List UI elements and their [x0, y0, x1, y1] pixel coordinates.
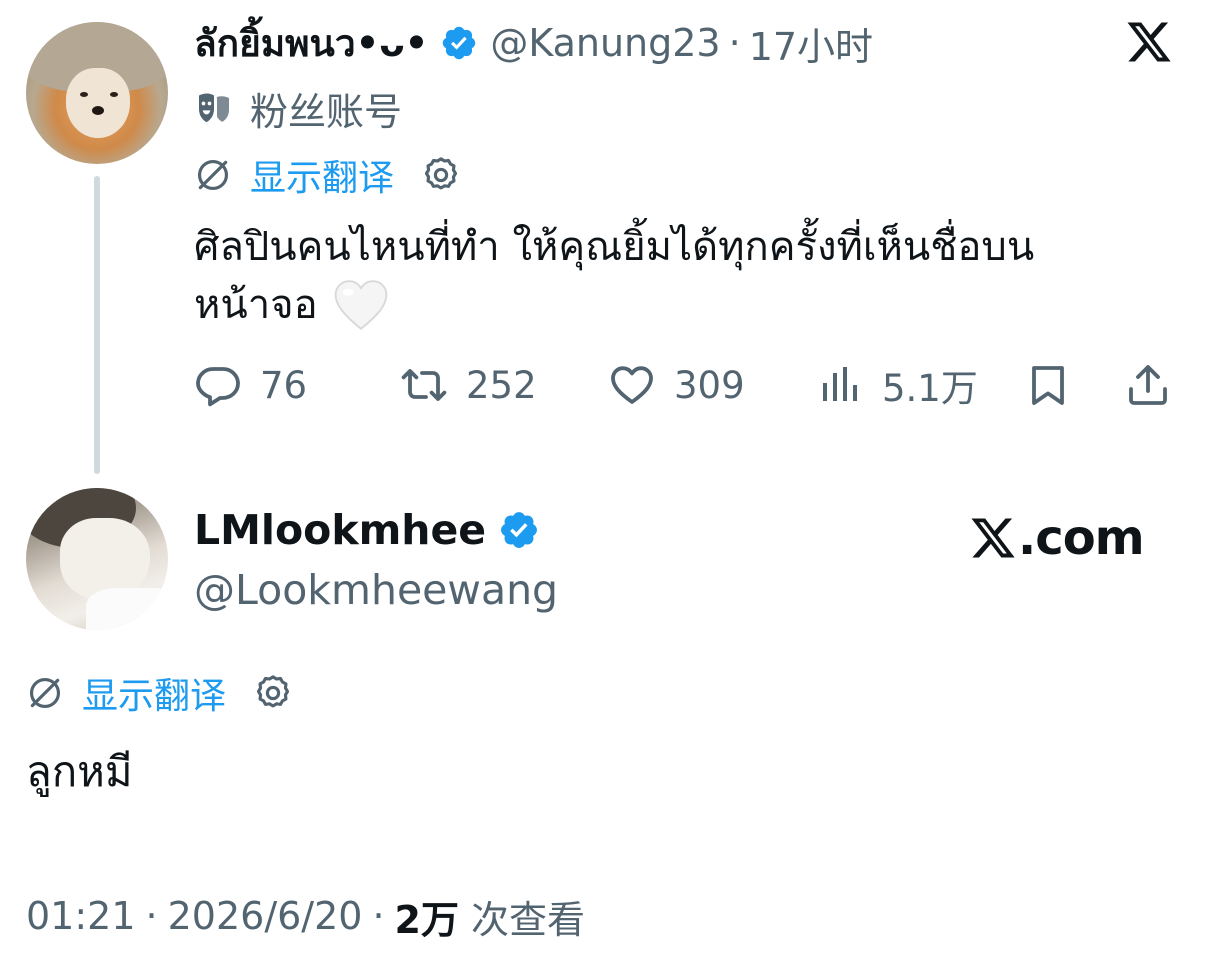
bookmark-button[interactable]: [1024, 356, 1072, 414]
gear-icon[interactable]: [252, 672, 294, 714]
tweet-views-label: 次查看: [471, 897, 586, 942]
meta-separator: ·: [372, 894, 385, 938]
tweet-time[interactable]: 01:21: [26, 894, 136, 938]
parent-avatar[interactable]: [26, 22, 168, 164]
views-button[interactable]: 5.1万: [816, 356, 978, 414]
avatar-nose: [92, 106, 104, 115]
parent-tweet-text-line: ศิลปินคนไหนที่ทำ ให้คุณยิ้มได้ทุกครั้งที…: [194, 224, 1035, 270]
gear-icon[interactable]: [420, 154, 462, 196]
views-chart-icon: [823, 367, 857, 401]
x-com-suffix: .com: [1018, 510, 1145, 566]
translate-icon: [197, 159, 229, 191]
main-display-name[interactable]: LMlookmhee: [194, 506, 486, 554]
main-author-row: LMlookmhee: [194, 500, 552, 560]
tweet-views-count: 2万: [394, 897, 459, 942]
like-button[interactable]: 309: [608, 356, 745, 414]
parent-action-bar: 76 252 309 5.1万: [194, 356, 1179, 414]
show-translation-link[interactable]: 显示翻译: [250, 149, 394, 201]
x-com-brand: .com: [968, 506, 1145, 570]
parent-handle[interactable]: @Kanung23: [490, 21, 720, 65]
translate-icon: [29, 677, 61, 709]
retweet-button[interactable]: 252: [400, 356, 537, 414]
mask-icon: [199, 93, 229, 123]
avatar-eye: [80, 92, 88, 97]
main-tweet-text: ลูกหมี: [26, 747, 133, 796]
verified-badge-icon: [501, 512, 538, 548]
heart-icon: [611, 366, 653, 404]
account-label: 粉丝账号: [250, 89, 403, 134]
main-handle[interactable]: @Lookmheewang: [194, 562, 558, 618]
avatar-face: [66, 68, 130, 138]
white-heart-emoji-icon: [334, 280, 388, 331]
retweet-icon: [401, 369, 447, 401]
parent-tweet-text: ศิลปินคนไหนที่ทำ ให้คุณยิ้มได้ทุกครั้งที…: [194, 218, 1154, 334]
reply-icon: [196, 367, 240, 407]
verified-badge-icon: [443, 26, 476, 60]
parent-tweet-text-line2: หน้าจอ: [194, 276, 1154, 334]
main-translate-row: 显示翻译: [26, 668, 294, 718]
x-logo-icon: [1127, 22, 1171, 62]
share-icon: [1129, 365, 1167, 405]
show-translation-link[interactable]: 显示翻译: [82, 667, 226, 719]
main-avatar[interactable]: [26, 488, 168, 630]
x-logo-icon: [971, 518, 1015, 558]
thread-connector-line: [94, 176, 100, 474]
tweet-date[interactable]: 2026/6/20: [168, 894, 363, 938]
retweet-count: 252: [466, 363, 537, 407]
share-button[interactable]: [1124, 356, 1172, 414]
avatar-shirt: [86, 588, 168, 630]
handle-time-separator: ·: [728, 21, 741, 65]
parent-translate-row: 显示翻译: [194, 150, 462, 200]
like-count: 309: [674, 363, 745, 407]
parent-display-name[interactable]: ลักยิ้มพนว•ᴗ•: [194, 14, 428, 73]
parent-tweet-text-segment: หน้าจอ: [194, 282, 318, 328]
meta-separator: ·: [145, 894, 158, 938]
views-count: 5.1万: [882, 367, 978, 410]
reply-count: 76: [260, 363, 308, 407]
avatar-eye: [110, 92, 118, 97]
tweet-meta-row: 01:21 · 2026/6/20 · 2万 次查看: [26, 888, 585, 944]
bookmark-icon: [1032, 366, 1064, 405]
parent-author-row: ลักยิ้มพนว•ᴗ• @Kanung23 · 17小时: [194, 14, 873, 72]
reply-button[interactable]: 76: [194, 356, 307, 414]
parent-timestamp[interactable]: 17小时: [749, 16, 873, 71]
account-label-row: 粉丝账号: [194, 80, 402, 136]
